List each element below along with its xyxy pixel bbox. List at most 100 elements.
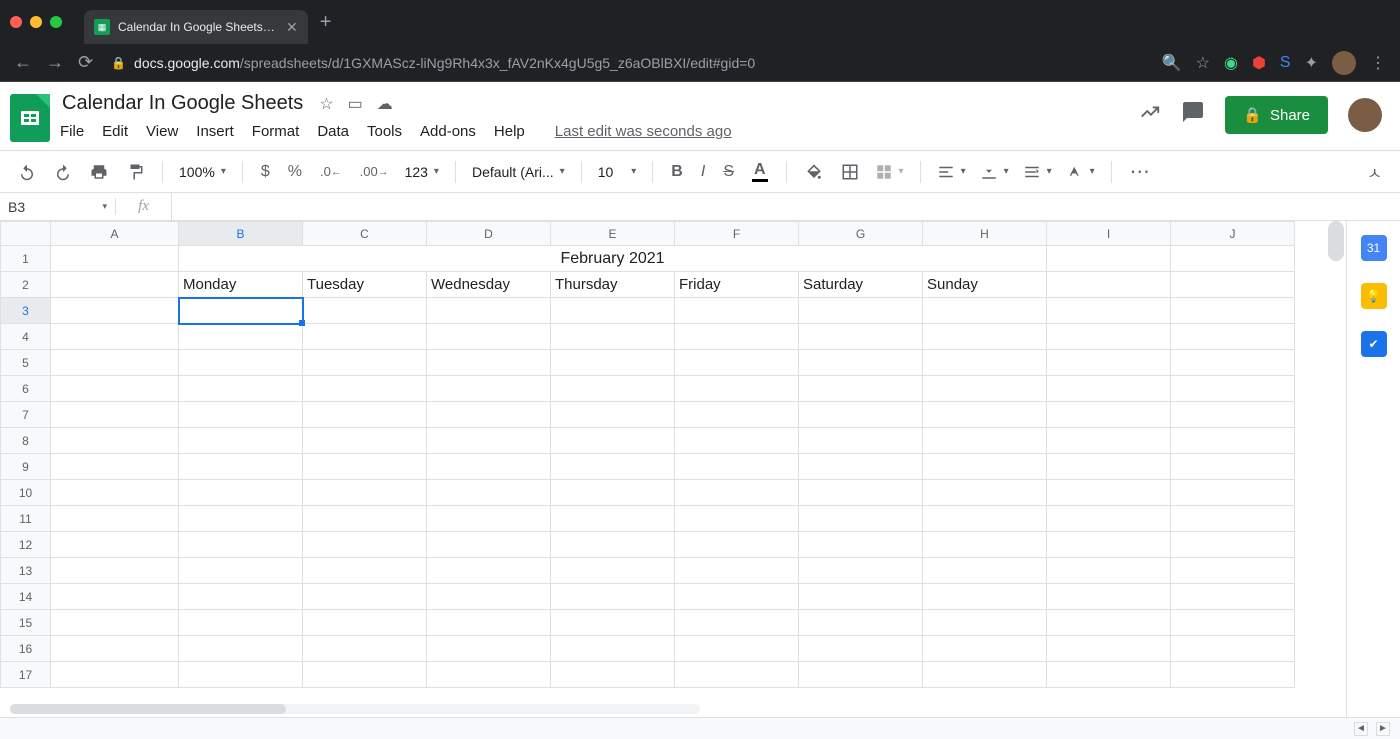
bookmark-star-icon[interactable]: ☆ [1196,53,1210,73]
activity-trend-icon[interactable] [1139,101,1161,129]
day-header-tuesday[interactable]: Tuesday [303,272,427,298]
cell-C11[interactable] [303,506,427,532]
keep-sidepanel-icon[interactable]: 💡 [1361,283,1387,309]
cell-I17[interactable] [1047,662,1171,688]
cell-E10[interactable] [551,480,675,506]
cell-I12[interactable] [1047,532,1171,558]
cell-E12[interactable] [551,532,675,558]
cell-B12[interactable] [179,532,303,558]
cell-B3[interactable] [179,298,303,324]
cell-E5[interactable] [551,350,675,376]
cell-B6[interactable] [179,376,303,402]
calendar-sidepanel-icon[interactable]: 31 [1361,235,1387,261]
cell-D16[interactable] [427,636,551,662]
cell-G16[interactable] [799,636,923,662]
cell-E6[interactable] [551,376,675,402]
back-button[interactable]: ← [14,52,32,73]
number-format-dropdown[interactable]: 123▾ [401,164,443,180]
cell-H17[interactable] [923,662,1047,688]
cell-B17[interactable] [179,662,303,688]
browser-menu-icon[interactable]: ⋮ [1370,53,1386,73]
cell-F16[interactable] [675,636,799,662]
text-color-button[interactable]: A [746,157,774,186]
cell-C6[interactable] [303,376,427,402]
cell-A4[interactable] [51,324,179,350]
cell-J13[interactable] [1171,558,1295,584]
vertical-scrollbar[interactable] [1328,221,1344,261]
cell-D12[interactable] [427,532,551,558]
extension-3-icon[interactable]: S [1280,54,1291,72]
cell-C4[interactable] [303,324,427,350]
cell-G10[interactable] [799,480,923,506]
cell-C17[interactable] [303,662,427,688]
paint-format-button[interactable] [120,159,150,185]
window-maximize-button[interactable] [50,16,62,28]
cell-F11[interactable] [675,506,799,532]
select-all-corner[interactable] [1,222,51,246]
cell-C5[interactable] [303,350,427,376]
bold-button[interactable]: B [665,159,689,185]
comments-icon[interactable] [1181,100,1205,130]
cell-D4[interactable] [427,324,551,350]
cell-J16[interactable] [1171,636,1295,662]
cell-C15[interactable] [303,610,427,636]
extensions-puzzle-icon[interactable]: ✦ [1305,53,1318,73]
font-family-dropdown[interactable]: Default (Ari...▾ [468,164,569,180]
cell-A8[interactable] [51,428,179,454]
cell-D17[interactable] [427,662,551,688]
cell-I2[interactable] [1047,272,1171,298]
scroll-left-button[interactable]: ◄ [1354,722,1368,736]
row-header-14[interactable]: 14 [1,584,51,610]
column-header-C[interactable]: C [303,222,427,246]
cell-F13[interactable] [675,558,799,584]
browser-tab[interactable]: ▦ Calendar In Google Sheets - G ✕ [84,10,308,44]
cell-H13[interactable] [923,558,1047,584]
forward-button[interactable]: → [46,52,64,73]
cell-A17[interactable] [51,662,179,688]
cell-H7[interactable] [923,402,1047,428]
cell-A13[interactable] [51,558,179,584]
cell-A11[interactable] [51,506,179,532]
cell-B14[interactable] [179,584,303,610]
day-header-friday[interactable]: Friday [675,272,799,298]
strikethrough-button[interactable]: S [717,159,740,185]
cell-C3[interactable] [303,298,427,324]
row-header-4[interactable]: 4 [1,324,51,350]
cell-E3[interactable] [551,298,675,324]
cell-E17[interactable] [551,662,675,688]
cell-I6[interactable] [1047,376,1171,402]
cell-J3[interactable] [1171,298,1295,324]
cell-J10[interactable] [1171,480,1295,506]
percent-button[interactable]: % [282,159,308,185]
cell-F17[interactable] [675,662,799,688]
cell-I8[interactable] [1047,428,1171,454]
cell-A7[interactable] [51,402,179,428]
column-header-J[interactable]: J [1171,222,1295,246]
decrease-decimal-button[interactable]: .0← [314,160,348,183]
cell-D14[interactable] [427,584,551,610]
cell-J9[interactable] [1171,454,1295,480]
cell-D7[interactable] [427,402,551,428]
cell-F9[interactable] [675,454,799,480]
cell-D6[interactable] [427,376,551,402]
cell-A9[interactable] [51,454,179,480]
cell-J11[interactable] [1171,506,1295,532]
cell-G3[interactable] [799,298,923,324]
menu-help[interactable]: Help [494,123,525,140]
extension-2-icon[interactable]: ⬢ [1252,53,1266,73]
cell-C12[interactable] [303,532,427,558]
cell-H15[interactable] [923,610,1047,636]
cell-D13[interactable] [427,558,551,584]
window-close-button[interactable] [10,16,22,28]
day-header-wednesday[interactable]: Wednesday [427,272,551,298]
cell-I11[interactable] [1047,506,1171,532]
zoom-icon[interactable]: 🔍 [1162,53,1182,73]
cell-E4[interactable] [551,324,675,350]
cell-B11[interactable] [179,506,303,532]
tasks-sidepanel-icon[interactable]: ✔ [1361,331,1387,357]
cell-I4[interactable] [1047,324,1171,350]
cell-F8[interactable] [675,428,799,454]
cell-E9[interactable] [551,454,675,480]
cell-I5[interactable] [1047,350,1171,376]
cell-A10[interactable] [51,480,179,506]
